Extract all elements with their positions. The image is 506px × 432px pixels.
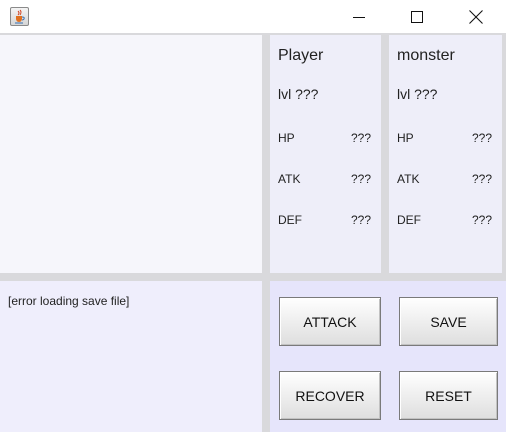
player-name: Player bbox=[278, 47, 324, 64]
recover-button[interactable]: RECOVER bbox=[279, 371, 381, 420]
battle-display-panel bbox=[0, 35, 262, 273]
close-icon bbox=[469, 9, 483, 24]
stat-label: ATK bbox=[278, 172, 301, 186]
stat-label: HP bbox=[278, 131, 295, 145]
stat-value: ??? bbox=[471, 213, 492, 227]
minimize-icon bbox=[353, 16, 365, 18]
stat-label: HP bbox=[397, 131, 414, 145]
attack-button[interactable]: ATTACK bbox=[279, 297, 381, 346]
title-bar bbox=[0, 0, 506, 33]
action-button-panel: ATTACK SAVE RECOVER RESET bbox=[270, 281, 506, 432]
stat-label: DEF bbox=[397, 213, 421, 227]
player-level: lvl ??? bbox=[278, 86, 319, 102]
close-button[interactable] bbox=[453, 0, 499, 33]
message-log-panel: [error loading save file] bbox=[0, 281, 262, 432]
stat-label: DEF bbox=[278, 213, 302, 227]
stat-value: ??? bbox=[471, 131, 492, 145]
maximize-button[interactable] bbox=[394, 0, 440, 33]
stat-value: ??? bbox=[350, 131, 371, 145]
stat-value: ??? bbox=[350, 172, 371, 186]
save-button[interactable]: SAVE bbox=[399, 297, 498, 346]
minimize-button[interactable] bbox=[336, 0, 382, 33]
reset-button[interactable]: RESET bbox=[399, 371, 498, 420]
maximize-icon bbox=[411, 10, 423, 23]
log-message: [error loading save file] bbox=[8, 294, 130, 308]
monster-stats-panel: monster lvl ??? HP ??? ATK ??? DEF ??? bbox=[389, 35, 502, 273]
monster-name: monster bbox=[397, 47, 455, 64]
monster-level: lvl ??? bbox=[397, 86, 438, 102]
stat-label: ATK bbox=[397, 172, 420, 186]
java-cup-icon[interactable] bbox=[10, 7, 29, 26]
game-window-content: Player lvl ??? HP ??? ATK ??? DEF ??? mo… bbox=[0, 33, 506, 432]
stat-value: ??? bbox=[350, 213, 371, 227]
player-stats-panel: Player lvl ??? HP ??? ATK ??? DEF ??? bbox=[270, 35, 381, 273]
stat-value: ??? bbox=[471, 172, 492, 186]
